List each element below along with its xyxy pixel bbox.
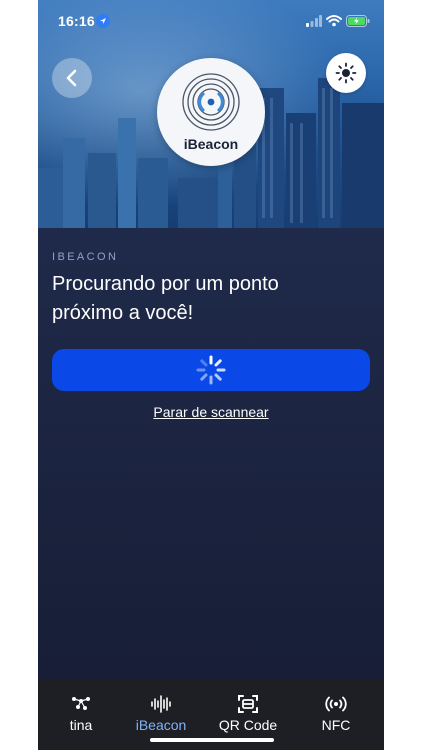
- loading-spinner-icon: [196, 355, 226, 385]
- ibeacon-logo: iBeacon: [157, 58, 265, 166]
- home-indicator[interactable]: [150, 738, 274, 742]
- page-heading: Procurando por um ponto próximo a você!: [52, 273, 279, 324]
- tab-label: iBeacon: [135, 717, 187, 733]
- battery-charging-icon: [346, 15, 370, 27]
- location-arrow-icon: [96, 14, 110, 28]
- tab-tina[interactable]: tina: [38, 680, 124, 750]
- network-icon: [72, 697, 90, 710]
- tab-label: QR Code: [218, 717, 278, 733]
- section-label: IBEACON: [52, 251, 119, 263]
- scan-button[interactable]: [52, 349, 370, 391]
- status-time: 16:16: [58, 13, 95, 29]
- signal-icon: [306, 15, 322, 27]
- logo-text: iBeacon: [183, 136, 239, 152]
- qr-scan-icon: [238, 695, 258, 713]
- nfc-icon: [325, 696, 347, 712]
- back-button[interactable]: [52, 58, 92, 98]
- tab-label: tina: [69, 717, 93, 733]
- app-screen: 16:16 iBeacon IBEACON Procurando por um …: [38, 0, 384, 750]
- status-bar: 16:16: [38, 0, 384, 44]
- brightness-button[interactable]: [326, 53, 366, 93]
- chevron-left-icon: [66, 69, 77, 87]
- tab-label: NFC: [321, 717, 351, 733]
- sun-icon: [335, 62, 357, 84]
- wifi-icon: [326, 15, 342, 27]
- tab-nfc[interactable]: NFC: [293, 680, 379, 750]
- waveform-icon: [151, 695, 171, 713]
- stop-scanning-link[interactable]: Parar de scannear: [38, 404, 384, 420]
- ibeacon-radar-icon: [182, 73, 240, 131]
